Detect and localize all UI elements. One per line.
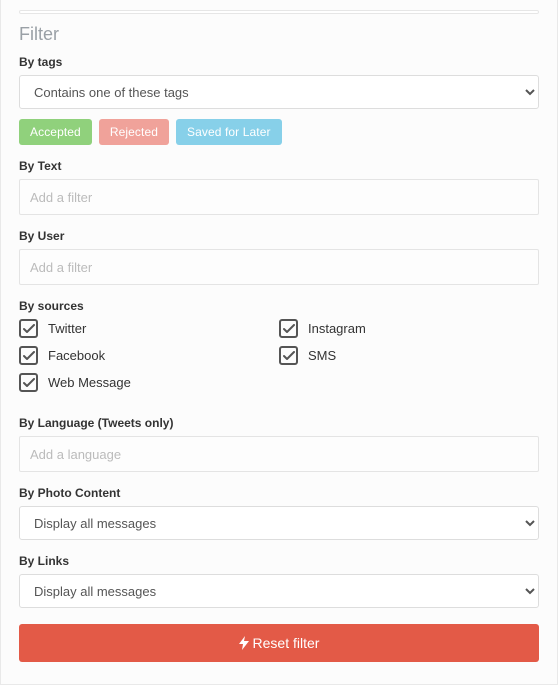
sources-grid: Twitter Instagram Facebook SMS Web Messa… [19,319,539,392]
lightning-icon [239,636,249,650]
photo-content-select[interactable]: Display all messages [19,506,539,540]
language-filter-input[interactable] [19,436,539,472]
check-icon [283,324,295,334]
label-by-photo-content: By Photo Content [19,486,539,500]
source-item-twitter: Twitter [19,319,279,338]
source-item-instagram: Instagram [279,319,539,338]
divider [19,10,539,14]
tag-rejected[interactable]: Rejected [99,119,169,145]
source-item-web-message: Web Message [19,373,279,392]
reset-filter-label: Reset filter [253,635,320,651]
checkbox-facebook[interactable] [19,346,38,365]
tag-accepted[interactable]: Accepted [19,119,92,145]
source-label: Twitter [48,321,86,336]
label-by-text: By Text [19,159,539,173]
source-label: Instagram [308,321,366,336]
links-select[interactable]: Display all messages [19,574,539,608]
checkbox-twitter[interactable] [19,319,38,338]
label-by-tags: By tags [19,55,539,69]
label-by-language: By Language (Tweets only) [19,416,539,430]
source-label: Web Message [48,375,131,390]
checkbox-instagram[interactable] [279,319,298,338]
checkbox-sms[interactable] [279,346,298,365]
source-label: Facebook [48,348,105,363]
source-item-facebook: Facebook [19,346,279,365]
check-icon [23,351,35,361]
filter-panel: Filter By tags Contains one of these tag… [0,0,558,685]
label-by-sources: By sources [19,299,539,313]
text-filter-input[interactable] [19,179,539,215]
tag-pill-row: Accepted Rejected Saved for Later [19,119,539,145]
source-item-sms: SMS [279,346,539,365]
label-by-user: By User [19,229,539,243]
source-label: SMS [308,348,336,363]
tags-mode-select[interactable]: Contains one of these tags [19,75,539,109]
checkbox-web-message[interactable] [19,373,38,392]
check-icon [23,324,35,334]
user-filter-input[interactable] [19,249,539,285]
reset-filter-button[interactable]: Reset filter [19,624,539,662]
tag-saved-for-later[interactable]: Saved for Later [176,119,282,145]
filter-title: Filter [19,24,539,45]
label-by-links: By Links [19,554,539,568]
check-icon [283,351,295,361]
check-icon [23,378,35,388]
